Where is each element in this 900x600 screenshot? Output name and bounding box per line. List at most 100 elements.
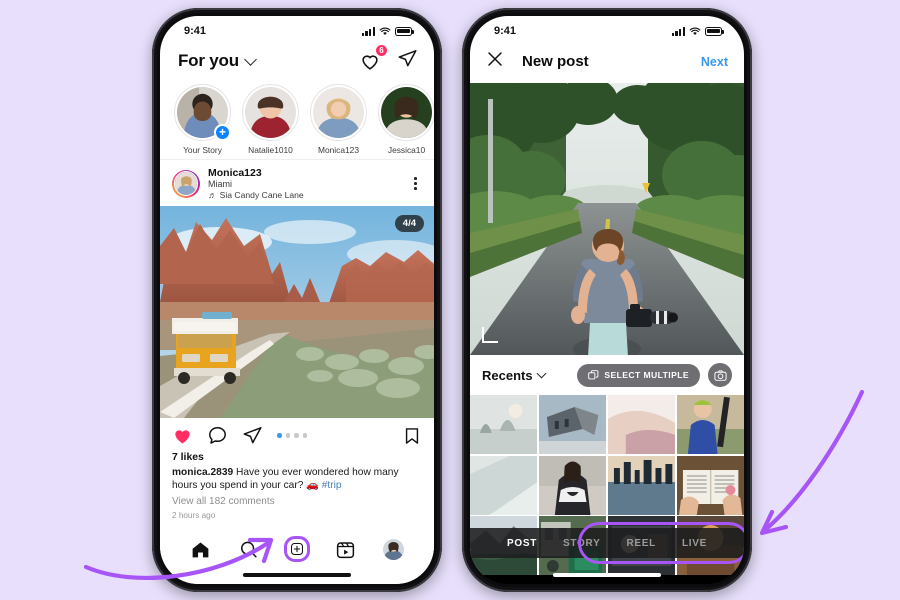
carousel-counter: 4/4 xyxy=(394,215,424,233)
add-story-icon[interactable]: + xyxy=(214,124,231,141)
tab-search[interactable] xyxy=(236,536,262,562)
annotation-layer xyxy=(83,389,865,580)
tab-profile[interactable] xyxy=(381,536,407,562)
photo-thumb[interactable] xyxy=(676,395,744,454)
post-image[interactable]: 4/4 xyxy=(160,206,434,419)
tab-reels[interactable] xyxy=(332,536,358,562)
status-bar-right: 9:41 xyxy=(470,16,744,42)
more-options-icon[interactable] xyxy=(409,177,422,190)
avatar xyxy=(245,87,296,138)
new-post-screen: 9:41 New post Next Recents SELECT MULTIP… xyxy=(470,16,744,584)
story-item[interactable]: + Your Story xyxy=(174,84,231,155)
album-selector[interactable]: Recents xyxy=(482,368,569,383)
notifications-button[interactable]: 6 xyxy=(359,44,388,72)
story-ring xyxy=(310,84,367,141)
photo-thumb[interactable] xyxy=(607,395,676,454)
mode-story[interactable]: STORY xyxy=(563,538,600,549)
status-time: 9:41 xyxy=(184,25,207,37)
home-indicator xyxy=(553,573,661,577)
mode-live[interactable]: LIVE xyxy=(682,538,707,549)
camera-icon xyxy=(713,369,727,381)
caption-hashtag[interactable]: #trip xyxy=(322,480,342,491)
status-bar-left: 9:41 xyxy=(160,16,434,42)
reels-icon xyxy=(336,541,354,558)
arrow-to-mode-tabs xyxy=(759,389,865,536)
capture-mode-bar[interactable]: POST STORY REEL LIVE xyxy=(470,528,744,558)
story-label: Monica123 xyxy=(318,145,359,155)
feed-title: For you xyxy=(178,51,239,70)
mode-reel[interactable]: REEL xyxy=(626,538,655,549)
phone-mockup-new-post: 9:41 New post Next Recents SELECT MULTIP… xyxy=(462,8,752,592)
phone-mockup-feed: 9:41 For you 6 + Your Story Natalie1010 … xyxy=(152,8,442,592)
music-note-icon: ♬ xyxy=(208,189,217,200)
likes-count[interactable]: 7 likes xyxy=(172,451,422,465)
feed-header: For you 6 xyxy=(160,42,434,82)
for-you-dropdown[interactable]: For you xyxy=(178,51,257,71)
status-time: 9:41 xyxy=(494,25,517,37)
photo-thumb[interactable] xyxy=(607,455,676,515)
caption-username[interactable]: monica.2839 xyxy=(172,467,233,478)
caption-emoji: 🚗 xyxy=(306,480,319,492)
heart-filled-icon[interactable] xyxy=(172,425,193,446)
cellular-bars-icon xyxy=(671,26,685,36)
camera-button[interactable] xyxy=(708,363,732,387)
notification-badge: 6 xyxy=(375,44,388,57)
chevron-down-icon xyxy=(536,368,547,379)
paper-plane-icon xyxy=(398,50,417,67)
next-button[interactable]: Next xyxy=(701,55,728,69)
mode-post[interactable]: POST xyxy=(507,538,537,549)
photo-preview[interactable] xyxy=(470,83,744,355)
post-actions xyxy=(160,418,434,449)
bookmark-icon[interactable] xyxy=(402,426,422,446)
post-avatar[interactable] xyxy=(172,169,200,198)
home-icon xyxy=(192,542,209,557)
expand-crop-icon[interactable] xyxy=(482,327,498,343)
select-multiple-label: SELECT MULTIPLE xyxy=(604,370,689,380)
direct-messages-button[interactable] xyxy=(397,48,418,74)
story-ring xyxy=(378,84,434,141)
story-label: Natalie1010 xyxy=(248,145,293,155)
profile-avatar xyxy=(383,538,405,560)
search-icon xyxy=(241,541,257,557)
chevron-down-icon xyxy=(244,52,257,66)
close-button[interactable] xyxy=(486,50,504,73)
wifi-icon xyxy=(689,27,701,35)
feed-screen: 9:41 For you 6 + Your Story Natalie1010 … xyxy=(160,16,434,584)
story-ring: + xyxy=(174,84,231,141)
story-item[interactable]: Natalie1010 xyxy=(242,84,299,155)
story-item[interactable]: Monica123 xyxy=(310,84,367,155)
post-music: ♬ Sia Candy Cane Lane xyxy=(208,190,401,200)
post-username[interactable]: Monica123 xyxy=(208,167,401,179)
avatar xyxy=(381,87,432,138)
gallery-toolbar: Recents SELECT MULTIPLE xyxy=(470,355,744,395)
select-multiple-button[interactable]: SELECT MULTIPLE xyxy=(577,363,700,387)
copy-layers-icon xyxy=(588,369,599,379)
comment-icon[interactable] xyxy=(207,425,228,446)
photo-thumb[interactable] xyxy=(470,455,538,515)
page-title: New post xyxy=(522,53,589,70)
photo-thumb[interactable] xyxy=(538,395,607,454)
view-all-comments[interactable]: View all 182 comments xyxy=(172,495,422,508)
story-label: Your Story xyxy=(183,145,222,155)
wifi-icon xyxy=(379,27,391,35)
post-location: Miami xyxy=(208,179,232,190)
photo-thumb[interactable] xyxy=(676,455,744,515)
photo-thumb[interactable] xyxy=(538,455,607,515)
post-timestamp: 2 hours ago xyxy=(172,510,216,520)
album-label: Recents xyxy=(482,367,533,383)
story-item[interactable]: Jessica10 xyxy=(378,84,434,155)
photo-thumb[interactable] xyxy=(470,395,538,454)
home-indicator xyxy=(243,573,351,577)
avatar xyxy=(313,87,364,138)
stories-tray[interactable]: + Your Story Natalie1010 Monica123 Jessi… xyxy=(160,82,434,159)
cellular-bars-icon xyxy=(361,26,375,36)
carousel-pager xyxy=(277,433,308,438)
post-caption-block: 7 likes monica.2839 Have you ever wonder… xyxy=(160,449,434,522)
battery-full-icon xyxy=(395,26,414,36)
paper-plane-icon[interactable] xyxy=(242,425,263,446)
caption-text: monica.2839 Have you ever wondered how m… xyxy=(172,466,422,493)
tab-home[interactable] xyxy=(187,536,213,562)
tab-create[interactable] xyxy=(283,536,310,562)
post-header: Monica123 Miami ♬ Sia Candy Cane Lane xyxy=(160,159,434,206)
battery-full-icon xyxy=(705,26,724,36)
